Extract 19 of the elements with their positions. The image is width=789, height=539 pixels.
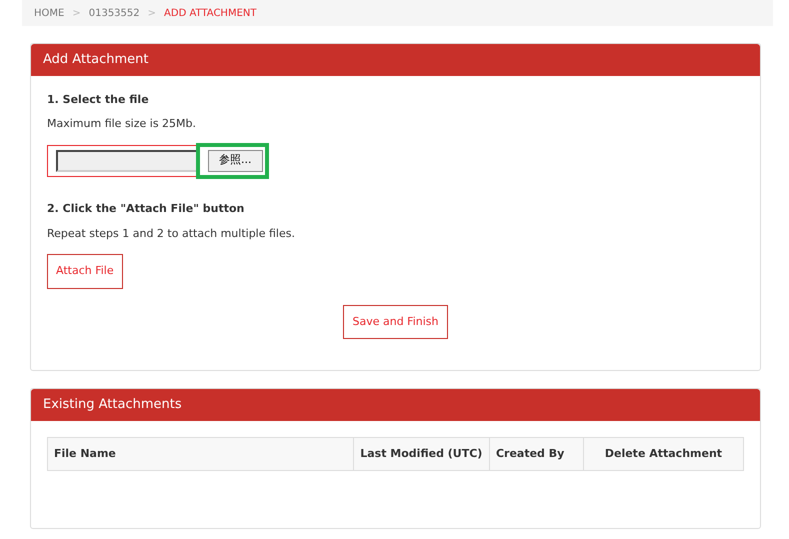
column-header: Created By (489, 437, 584, 470)
save-and-finish-button[interactable]: Save and Finish (343, 304, 448, 339)
column-header: File Name (48, 437, 354, 470)
step-note: Maximum file size is 25Mb. (47, 116, 198, 132)
breadcrumb-separator: > (148, 6, 156, 20)
attach-file-button[interactable]: Attach File (47, 254, 123, 288)
breadcrumb-separator: > (72, 6, 81, 20)
step-note: Repeat steps 1 and 2 to attach multiple files. (47, 226, 296, 242)
column-header: Delete Attachment (583, 437, 744, 470)
panel-title: Add Attachment (31, 44, 760, 76)
breadcrumb-link[interactable]: ADD ATTACHMENT (164, 6, 256, 20)
breadcrumb-link[interactable]: HOME (34, 6, 64, 20)
browse-button[interactable]: 参照... (208, 150, 262, 172)
file-input[interactable]: 参照... (47, 144, 269, 176)
breadcrumb-link[interactable]: 01353552 (88, 6, 140, 20)
panel-title: Existing Attachments (31, 389, 760, 420)
column-header: Last Modified (UTC) (354, 437, 490, 470)
step-heading: 2. Click the "Attach File" button (47, 201, 246, 217)
step-heading: 1. Select the file (47, 92, 150, 108)
